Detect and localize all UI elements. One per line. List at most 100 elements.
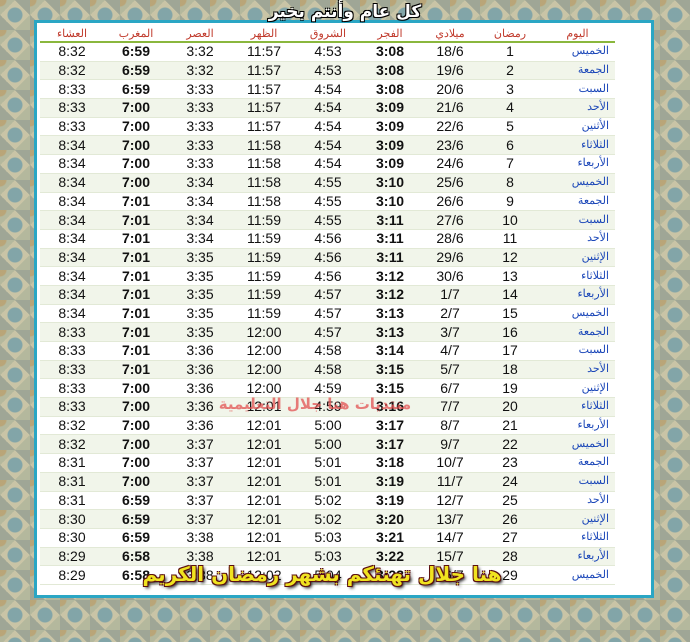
asr-cell: 3:35 bbox=[168, 322, 232, 342]
sunrise-cell: 5:01 bbox=[296, 472, 360, 492]
weekday-cell: الإثنين bbox=[540, 248, 615, 268]
isha-cell: 8:34 bbox=[40, 304, 104, 324]
fajr-cell: 3:10 bbox=[360, 173, 420, 193]
asr-cell: 3:36 bbox=[168, 360, 232, 380]
dhuhr-cell: 11:59 bbox=[232, 210, 296, 230]
maghrib-cell: 7:00 bbox=[104, 378, 168, 399]
weekday-cell: السبت bbox=[540, 341, 615, 361]
isha-cell: 8:32 bbox=[40, 416, 104, 436]
sunrise-cell: 5:01 bbox=[296, 453, 360, 473]
ramadan-day-cell: 14 bbox=[480, 285, 540, 305]
maghrib-cell: 7:01 bbox=[104, 341, 168, 361]
weekday-cell: الجمعة bbox=[540, 322, 615, 342]
ramadan-day-cell: 8 bbox=[480, 173, 540, 193]
maghrib-cell: 6:59 bbox=[104, 491, 168, 511]
sunrise-cell: 5:00 bbox=[296, 416, 360, 436]
dhuhr-cell: 11:58 bbox=[232, 192, 296, 212]
sunrise-cell: 4:58 bbox=[296, 360, 360, 380]
asr-cell: 3:36 bbox=[168, 341, 232, 361]
table-row: 8:34 7:01 3:34 11:59 4:56 3:11 28/6 11 الأحد bbox=[40, 229, 615, 249]
maghrib-cell: 6:59 bbox=[104, 42, 168, 62]
isha-cell: 8:34 bbox=[40, 154, 104, 174]
gregorian-date-cell: 9/7 bbox=[420, 434, 480, 455]
fajr-cell: 3:11 bbox=[360, 229, 420, 249]
sunrise-cell: 4:56 bbox=[296, 229, 360, 249]
sunrise-cell: 4:54 bbox=[296, 135, 360, 156]
dhuhr-cell: 12:01 bbox=[232, 453, 296, 473]
asr-cell: 3:33 bbox=[168, 154, 232, 174]
ramadan-day-cell: 2 bbox=[480, 61, 540, 81]
table-row: 8:34 7:01 3:35 11:59 4:56 3:12 30/6 13 الثلاثاء bbox=[40, 266, 615, 286]
isha-cell: 8:30 bbox=[40, 528, 104, 548]
footer-banner: هنا جلال تهنئكم بشهر رمضان الكريم bbox=[52, 558, 592, 590]
weekday-cell: الأحد bbox=[540, 98, 615, 118]
table-row: 8:31 7:00 3:37 12:01 5:01 3:18 10/7 23 الجمعة bbox=[40, 453, 615, 473]
weekday-cell: الأربعاء bbox=[540, 416, 615, 436]
fajr-cell: 3:14 bbox=[360, 341, 420, 361]
sunrise-cell: 5:02 bbox=[296, 509, 360, 529]
table-row: 8:34 7:00 3:33 11:58 4:54 3:09 24/6 7 الأربعاء bbox=[40, 154, 615, 174]
weekday-cell: الإثنين bbox=[540, 378, 615, 399]
fajr-cell: 3:11 bbox=[360, 210, 420, 230]
table-row: 8:30 6:59 3:38 12:01 5:03 3:21 14/7 27 الثلاثاء bbox=[40, 528, 615, 548]
asr-cell: 3:34 bbox=[168, 229, 232, 249]
weekday-cell: الأربعاء bbox=[540, 285, 615, 305]
fajr-cell: 3:09 bbox=[360, 135, 420, 156]
header-dhuhr: الظهر bbox=[232, 25, 296, 43]
weekday-cell: الأثنين bbox=[540, 117, 615, 137]
gregorian-date-cell: 13/7 bbox=[420, 509, 480, 529]
dhuhr-cell: 11:59 bbox=[232, 248, 296, 268]
isha-cell: 8:33 bbox=[40, 397, 104, 417]
ramadan-day-cell: 26 bbox=[480, 509, 540, 529]
isha-cell: 8:31 bbox=[40, 472, 104, 492]
fajr-cell: 3:15 bbox=[360, 360, 420, 380]
table-row: 8:30 6:59 3:37 12:01 5:02 3:20 13/7 26 الإثنين bbox=[40, 509, 615, 529]
asr-cell: 3:35 bbox=[168, 304, 232, 324]
maghrib-cell: 6:59 bbox=[104, 528, 168, 548]
ramadan-day-cell: 19 bbox=[480, 378, 540, 399]
sunrise-cell: 4:58 bbox=[296, 341, 360, 361]
header-day: اليوم bbox=[540, 25, 615, 43]
sunrise-cell: 4:53 bbox=[296, 61, 360, 81]
sunrise-cell: 4:56 bbox=[296, 266, 360, 286]
fajr-cell: 3:11 bbox=[360, 248, 420, 268]
weekday-cell: السبت bbox=[540, 472, 615, 492]
fajr-cell: 3:08 bbox=[360, 61, 420, 81]
gregorian-date-cell: 29/6 bbox=[420, 248, 480, 268]
gregorian-date-cell: 1/7 bbox=[420, 285, 480, 305]
table-row: 8:34 7:01 3:34 11:58 4:55 3:10 26/6 9 الجمعة bbox=[40, 192, 615, 212]
isha-cell: 8:34 bbox=[40, 266, 104, 286]
isha-cell: 8:32 bbox=[40, 434, 104, 455]
header-fajr: الفجر bbox=[360, 25, 420, 43]
maghrib-cell: 6:59 bbox=[104, 79, 168, 100]
asr-cell: 3:33 bbox=[168, 135, 232, 156]
dhuhr-cell: 11:59 bbox=[232, 285, 296, 305]
table-row: 8:34 7:01 3:35 11:59 4:57 3:12 1/7 14 الأربعاء bbox=[40, 285, 615, 305]
fajr-cell: 3:18 bbox=[360, 453, 420, 473]
sunrise-cell: 4:53 bbox=[296, 42, 360, 62]
maghrib-cell: 7:01 bbox=[104, 360, 168, 380]
table-row: 8:32 7:00 3:37 12:01 5:00 3:17 9/7 22 الخميس bbox=[40, 434, 615, 455]
weekday-cell: الأحد bbox=[540, 360, 615, 380]
header-maghrib: المغرب bbox=[104, 25, 168, 43]
dhuhr-cell: 11:59 bbox=[232, 229, 296, 249]
ramadan-day-cell: 20 bbox=[480, 397, 540, 417]
ramadan-day-cell: 9 bbox=[480, 192, 540, 212]
ramadan-day-cell: 21 bbox=[480, 416, 540, 436]
header-isha: العشاء bbox=[40, 25, 104, 43]
table-header: العشاء المغرب العصر الظهر الشروق الفجر م… bbox=[40, 25, 615, 43]
table-row: 8:33 7:01 3:36 12:00 4:58 3:15 5/7 18 الأحد bbox=[40, 360, 615, 380]
table-row: 8:32 7:00 3:36 12:01 5:00 3:17 8/7 21 الأربعاء bbox=[40, 416, 615, 436]
isha-cell: 8:33 bbox=[40, 378, 104, 399]
sunrise-cell: 4:54 bbox=[296, 79, 360, 100]
maghrib-cell: 6:59 bbox=[104, 509, 168, 529]
fajr-cell: 3:08 bbox=[360, 42, 420, 62]
asr-cell: 3:32 bbox=[168, 42, 232, 62]
weekday-cell: الخميس bbox=[540, 304, 615, 324]
weekday-cell: الخميس bbox=[540, 42, 615, 62]
isha-cell: 8:33 bbox=[40, 98, 104, 118]
gregorian-date-cell: 25/6 bbox=[420, 173, 480, 193]
fajr-cell: 3:10 bbox=[360, 192, 420, 212]
sunrise-cell: 4:54 bbox=[296, 154, 360, 174]
table-row: 8:34 7:01 3:34 11:59 4:55 3:11 27/6 10 السبت bbox=[40, 210, 615, 230]
